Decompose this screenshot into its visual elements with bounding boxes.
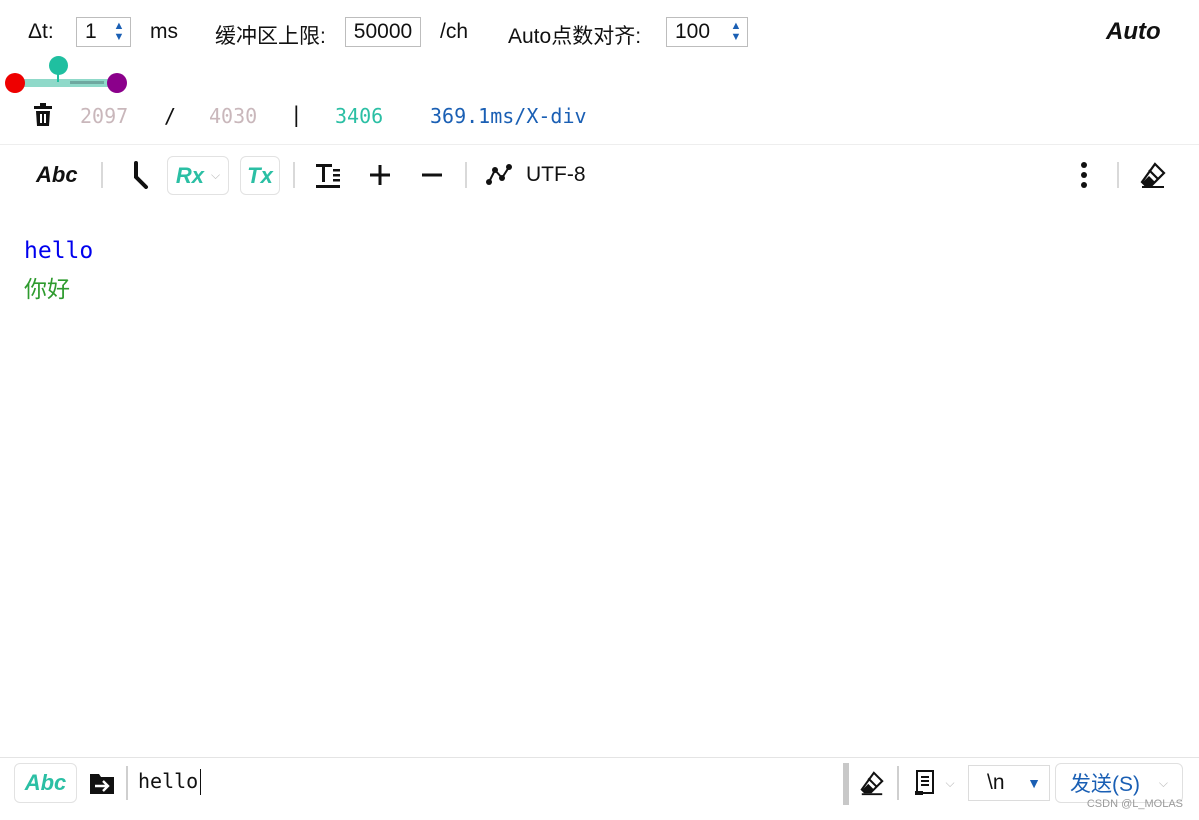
text-format-icon[interactable] [313, 160, 343, 190]
chevron-down-icon: ⌵ [945, 775, 955, 790]
send-input[interactable]: hello [138, 769, 202, 795]
minus-icon[interactable] [418, 160, 446, 190]
dt-value[interactable]: 1 [77, 20, 108, 44]
line-ending-select[interactable]: \n ▼ [968, 765, 1050, 801]
separator [897, 766, 899, 800]
slider-handle-teal[interactable] [49, 56, 68, 75]
dropdown-arrow-icon: ▼ [1027, 775, 1041, 791]
dt-unit: ms [150, 20, 178, 43]
line-ending-value: \n [987, 771, 1005, 794]
count-a: 2097 [80, 104, 129, 128]
separator [465, 162, 467, 188]
clear-input-eraser-icon[interactable] [857, 768, 887, 798]
dt-spinbox[interactable]: 1 ▲ ▼ [76, 17, 131, 47]
separator [293, 162, 295, 188]
input-resize-handle[interactable] [843, 763, 849, 805]
document-icon [915, 770, 935, 795]
spin-arrows-icon[interactable]: ▲ ▼ [725, 21, 747, 43]
align-value[interactable]: 100 [667, 20, 725, 44]
spin-arrows-icon[interactable]: ▲ ▼ [108, 21, 130, 43]
output-area[interactable]: hello 你好 [0, 200, 1199, 757]
slider-track [16, 79, 120, 87]
tx-label: Tx [247, 162, 273, 188]
chevron-down-icon: ⌵ [211, 168, 221, 182]
rx-label: Rx [175, 162, 204, 188]
send-button[interactable]: 发送(S) ⌵ [1055, 763, 1183, 803]
separator [1117, 162, 1119, 188]
separator [126, 766, 128, 800]
output-line: hello [24, 238, 94, 264]
more-icon[interactable] [1072, 160, 1096, 190]
count-b: 4030 [209, 104, 258, 128]
slider-handle-purple[interactable] [107, 73, 127, 93]
chevron-down-icon[interactable]: ⌵ [1159, 776, 1168, 791]
divider [0, 757, 1199, 758]
buffer-label: 缓冲区上限: [215, 25, 326, 48]
send-file-icon[interactable] [87, 768, 117, 798]
history-dropdown[interactable]: ⌵ [906, 766, 962, 800]
buffer-limit-input[interactable]: 50000 [345, 17, 421, 47]
watermark: CSDN @L_MOLAS [1086, 798, 1183, 810]
align-label: Auto点数对齐: [508, 25, 642, 48]
hook-icon[interactable] [126, 160, 154, 190]
eraser-icon[interactable] [1138, 160, 1168, 190]
output-line: 你好 [24, 277, 70, 303]
slider-handle-red[interactable] [5, 73, 25, 93]
send-label: 发送(S) [1070, 773, 1140, 796]
tx-toggle[interactable]: Tx [240, 156, 280, 195]
x-div-value: 369.1ms/X-div [430, 104, 587, 128]
rx-dropdown[interactable]: Rx ⌵ [167, 156, 229, 195]
trash-icon[interactable] [30, 102, 56, 128]
channel-slider[interactable] [5, 56, 130, 96]
align-spinbox[interactable]: 100 ▲ ▼ [666, 17, 748, 47]
separator [101, 162, 103, 188]
encoding-selector[interactable]: UTF-8 [526, 163, 586, 187]
count-separator: / [164, 104, 177, 128]
abc-toggle[interactable]: Abc [36, 162, 78, 188]
plus-icon[interactable] [366, 160, 394, 190]
count-c: 3406 [335, 104, 384, 128]
slider-range [70, 81, 104, 84]
dt-label: Δt: [28, 20, 54, 43]
stats-divider: | [290, 103, 303, 127]
auto-button[interactable]: Auto [1106, 18, 1161, 46]
send-abc-label: Abc [24, 770, 67, 795]
plot-icon[interactable] [484, 160, 514, 190]
divider [0, 144, 1199, 145]
buffer-unit: /ch [440, 20, 469, 43]
send-abc-toggle[interactable]: Abc [14, 763, 77, 803]
